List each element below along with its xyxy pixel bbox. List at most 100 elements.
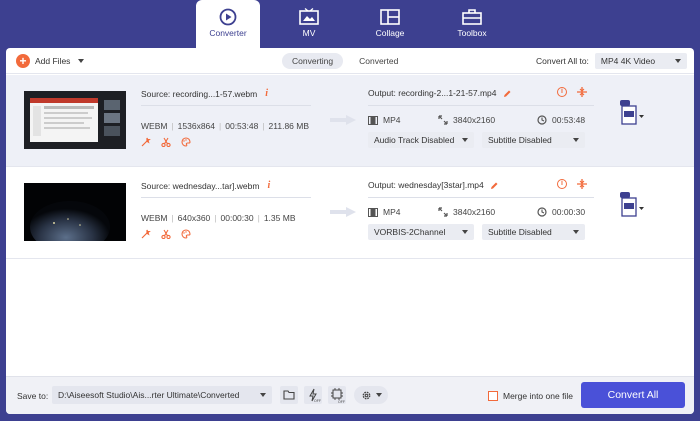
source-size: 1.35 MB [263, 213, 296, 223]
source-duration: 00:53:48 [225, 121, 259, 131]
collage-icon [380, 9, 400, 25]
palette-icon[interactable] [181, 137, 191, 147]
resize-icon [438, 207, 448, 217]
film-icon [368, 115, 378, 125]
compress-icon[interactable] [577, 179, 587, 189]
merge-label: Merge into one file [503, 391, 573, 401]
output-format: MP4 [368, 115, 400, 125]
edit-actions [141, 137, 191, 147]
info-circle-icon[interactable]: i [557, 87, 567, 97]
svg-text:OFF: OFF [338, 400, 345, 404]
clock-icon [537, 115, 547, 125]
status-tabs: Converting Converted [282, 53, 408, 69]
divider [368, 197, 594, 198]
tab-mv[interactable]: MV [277, 0, 341, 48]
edit-icon[interactable] [490, 181, 499, 190]
source-resolution: 1536x864 [177, 121, 216, 131]
gear-icon [362, 391, 370, 399]
output-format: MP4 [368, 207, 400, 217]
plus-icon: + [16, 54, 30, 68]
magic-wand-icon[interactable] [141, 229, 151, 239]
source-meta: WEBM | 1536x864 | 00:53:48 | 211.86 MB [141, 121, 310, 131]
audio-track-select[interactable]: Audio Track Disabled [368, 132, 474, 148]
compress-icon[interactable] [577, 87, 587, 97]
bottom-bar: Save to: D:\Aiseesoft Studio\Ais...rter … [6, 376, 694, 414]
chevron-down-icon [573, 230, 579, 234]
converter-icon [219, 8, 237, 26]
chevron-down-icon [375, 393, 382, 397]
arrow-right-icon [330, 115, 356, 125]
subtitle-value: Subtitle Disabled [488, 135, 552, 145]
source-resolution: 640x360 [177, 213, 211, 223]
output-info: Output: recording-2...1-21-57.mp4 [368, 88, 512, 98]
converter-panel: + Add Files Converting Converted Convert… [6, 48, 694, 414]
convert-all-button[interactable]: Convert All [581, 382, 685, 408]
add-files-button[interactable]: + Add Files [16, 53, 85, 69]
merge-checkbox[interactable] [488, 391, 498, 401]
file-row[interactable]: Source: recording...1-57.webm i WEBM | 15… [6, 75, 694, 167]
tab-mv-label: MV [302, 28, 316, 38]
output-duration: 00:53:48 [537, 115, 585, 125]
subtitle-select[interactable]: Subtitle Disabled [482, 224, 585, 240]
open-folder-button[interactable] [280, 386, 298, 404]
info-icon[interactable]: i [267, 180, 270, 191]
info-circle-icon[interactable]: i [557, 179, 567, 189]
tab-toolbox[interactable]: Toolbox [440, 0, 504, 48]
film-icon [368, 207, 378, 217]
source-filename: Source: recording...1-57.webm [141, 88, 258, 99]
tab-toolbox-label: Toolbox [457, 28, 487, 38]
audio-track-select[interactable]: VORBIS-2Channel [368, 224, 474, 240]
tab-converting[interactable]: Converting [282, 53, 344, 69]
subtitle-select[interactable]: Subtitle Disabled [482, 132, 585, 148]
chevron-down-icon[interactable] [78, 59, 85, 63]
chevron-down-icon [462, 230, 468, 234]
output-filename: Output: recording-2...1-21-57.mp4 [368, 88, 497, 98]
output-info: Output: wednesday[3star].mp4 [368, 180, 499, 190]
source-info: Source: recording...1-57.webm i [141, 88, 268, 99]
convert-all-value: MP4 4K Video [600, 56, 656, 66]
gpu-accel-button[interactable]: OFF [328, 386, 346, 404]
hardware-accel-button[interactable]: OFF [304, 386, 322, 404]
clock-icon [537, 207, 547, 217]
folder-icon [283, 390, 295, 400]
resize-icon [438, 115, 448, 125]
video-thumbnail[interactable] [24, 183, 126, 241]
convert-all-select[interactable]: MP4 4K Video [594, 53, 687, 69]
merge-option[interactable]: Merge into one file [488, 391, 573, 401]
info-icon[interactable]: i [265, 88, 268, 99]
tab-collage-label: Collage [375, 28, 405, 38]
source-filename: Source: wednesday...tar].webm [141, 180, 260, 191]
output-duration: 00:00:30 [537, 207, 585, 217]
tab-converted[interactable]: Converted [349, 53, 408, 69]
save-path-select[interactable]: D:\Aiseesoft Studio\Ais...rter Ultimate\… [52, 386, 272, 404]
output-actions: i [557, 87, 587, 97]
output-resolution-value: 3840x2160 [453, 207, 496, 217]
tab-converter[interactable]: Converter [196, 0, 260, 48]
scissors-icon[interactable] [161, 229, 171, 239]
add-files-label: Add Files [35, 56, 71, 66]
save-to-label: Save to: [17, 391, 49, 401]
save-path-value: D:\Aiseesoft Studio\Ais...rter Ultimate\… [58, 390, 240, 400]
chevron-down-icon [260, 393, 266, 397]
output-resolution: 3840x2160 [438, 207, 495, 217]
audio-track-value: VORBIS-2Channel [374, 227, 446, 237]
output-filename: Output: wednesday[3star].mp4 [368, 180, 484, 190]
magic-wand-icon[interactable] [141, 137, 151, 147]
scissors-icon[interactable] [161, 137, 171, 147]
source-format: WEBM [141, 121, 168, 131]
edit-icon[interactable] [503, 89, 512, 98]
palette-icon[interactable] [181, 229, 191, 239]
settings-button[interactable] [354, 386, 388, 404]
audio-track-value: Audio Track Disabled [374, 135, 455, 145]
output-duration-value: 00:53:48 [552, 115, 586, 125]
file-row[interactable]: Source: wednesday...tar].webm i WEBM | 64… [6, 167, 694, 259]
video-thumbnail[interactable] [24, 91, 126, 149]
format-4k-icon[interactable] [620, 100, 644, 128]
tab-collage[interactable]: Collage [358, 0, 422, 48]
lightning-off-icon: OFF [309, 388, 321, 403]
source-meta: WEBM | 640x360 | 00:00:30 | 1.35 MB [141, 213, 296, 223]
source-info: Source: wednesday...tar].webm i [141, 180, 270, 191]
subtitle-value: Subtitle Disabled [488, 227, 552, 237]
source-duration: 00:00:30 [220, 213, 254, 223]
format-4k-icon[interactable] [620, 192, 644, 220]
